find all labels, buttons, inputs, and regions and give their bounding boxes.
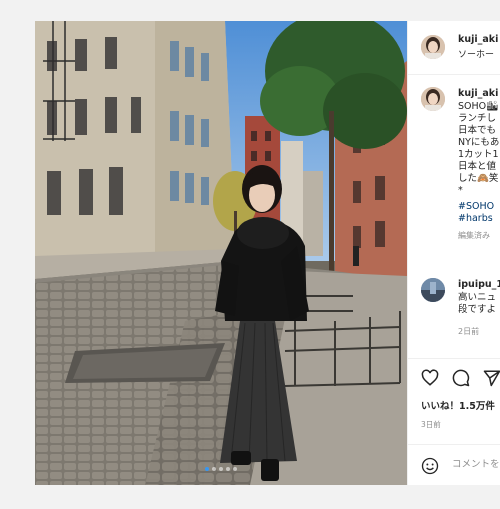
carousel-indicator [35, 467, 407, 471]
carousel-dot [205, 467, 209, 471]
avatar-image [421, 278, 445, 302]
comment-line: 高いニュ [458, 292, 497, 303]
post-photo[interactable] [35, 21, 407, 485]
like-count[interactable]: いいね！1.5万件 [421, 401, 495, 413]
caption-line: ランチし [458, 113, 497, 124]
heart-icon [421, 369, 439, 386]
caption-line: NYにもあ [458, 137, 500, 148]
comment-icon [452, 369, 470, 387]
caption-line: 日本でも [458, 125, 497, 136]
carousel-dot [226, 467, 230, 471]
author-avatar[interactable] [421, 35, 445, 59]
header-location[interactable]: ソーホー [458, 49, 494, 61]
hashtag-link[interactable]: #SOHO [458, 201, 494, 213]
street-scene-image [35, 21, 407, 485]
caption-line: 1カット1 [458, 149, 499, 160]
carousel-dot [219, 467, 223, 471]
caption-line: * [458, 185, 463, 196]
avatar-image [421, 87, 445, 111]
comment-username[interactable]: ipuipu_1 [458, 279, 500, 291]
caption-line: した🙈笑 [458, 173, 499, 184]
instagram-post-modal: kuji_aki ソーホー kuji_aki SOHO🏙 ランチし 日本でも N… [0, 0, 500, 509]
add-comment-input[interactable]: コメントを [452, 459, 500, 471]
comment-button[interactable] [452, 369, 470, 387]
divider [408, 444, 500, 445]
caption-line: 日本と値 [458, 161, 497, 172]
carousel-dot [233, 467, 237, 471]
post-date: 3日前 [421, 420, 441, 429]
divider [408, 74, 500, 75]
comment-line: 段ですよ [458, 304, 497, 315]
divider [408, 358, 500, 359]
emoji-button[interactable] [421, 457, 439, 475]
carousel-dot [212, 467, 216, 471]
caption-avatar[interactable] [421, 87, 445, 111]
caption-line: SOHO🏙 [458, 101, 499, 112]
emoji-icon [421, 457, 439, 475]
share-button[interactable] [483, 369, 500, 387]
header-username[interactable]: kuji_aki [458, 34, 498, 46]
like-button[interactable] [421, 369, 439, 387]
edited-label: 編集済み [458, 231, 490, 240]
post-details-panel: kuji_aki ソーホー kuji_aki SOHO🏙 ランチし 日本でも N… [407, 21, 500, 485]
commenter-avatar[interactable] [421, 278, 445, 302]
comment-time: 2日前 [458, 327, 480, 336]
share-icon [483, 370, 500, 387]
avatar-image [421, 35, 445, 59]
hashtag-link[interactable]: #harbs [458, 213, 493, 225]
caption-username[interactable]: kuji_aki [458, 88, 498, 100]
